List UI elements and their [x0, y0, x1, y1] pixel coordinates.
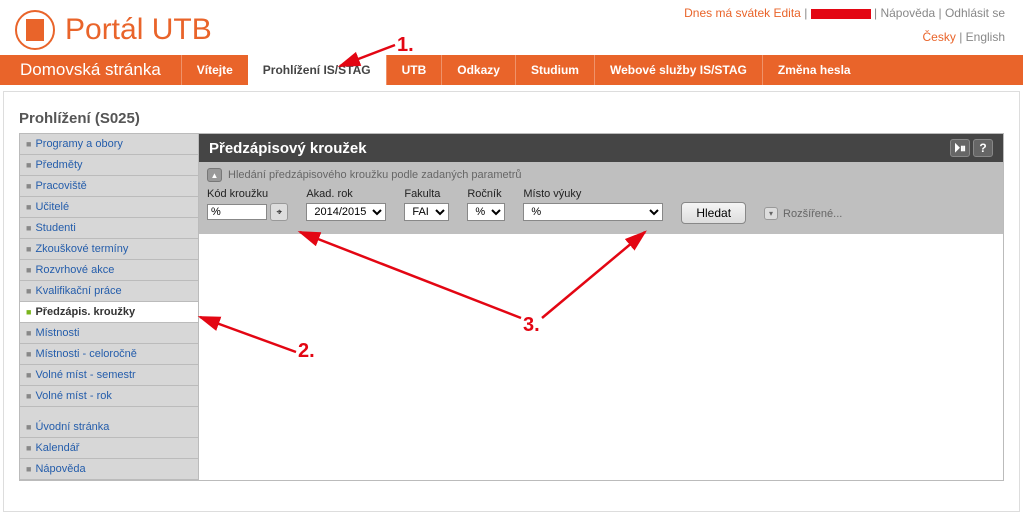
- rocnik-select[interactable]: %: [467, 203, 505, 221]
- sidebar-item-label: Nápověda: [35, 463, 85, 475]
- page-title: Prohlížení (S025): [19, 110, 1004, 127]
- bullet-icon: ■: [26, 349, 31, 359]
- sidebar-item-label: Volné míst - rok: [35, 390, 111, 402]
- bullet-icon: ■: [26, 286, 31, 296]
- kod-picker-icon[interactable]: ⌖: [270, 203, 288, 221]
- sidebar-item-rozvrhov-akce[interactable]: ■ Rozvrhové akce: [20, 260, 198, 281]
- sidebar-item-p-edz-pis-krou-ky[interactable]: ■ Předzápis. kroužky: [20, 302, 198, 323]
- sidebar-item-label: Předměty: [35, 159, 82, 171]
- rok-select[interactable]: 2014/2015: [306, 203, 386, 221]
- bullet-icon: ■: [26, 307, 31, 317]
- lang-czech[interactable]: Česky: [923, 30, 956, 44]
- sidebar-item-label: Volné míst - semestr: [35, 369, 135, 381]
- sidebar-item-label: Pracoviště: [35, 180, 86, 192]
- chevron-down-icon: ▾: [764, 207, 778, 220]
- misto-select[interactable]: %: [523, 203, 663, 221]
- main-panel: Předzápisový kroužek ⏵⏸ ? ▲ Hledání před…: [199, 133, 1004, 481]
- search-button[interactable]: Hledat: [681, 202, 746, 224]
- sidebar-item-n-pov-da[interactable]: ■ Nápověda: [20, 459, 198, 480]
- panel-title: Předzápisový kroužek: [209, 140, 367, 157]
- sidebar-item-label: Rozvrhové akce: [35, 264, 114, 276]
- bullet-icon: ■: [26, 244, 31, 254]
- bullet-icon: ■: [26, 181, 31, 191]
- bullet-icon: ■: [26, 139, 31, 149]
- panel-help-icon[interactable]: ?: [973, 139, 993, 157]
- sidebar-item-programy-a-obory[interactable]: ■ Programy a obory: [20, 134, 198, 155]
- sidebar-item-voln-m-st-semestr[interactable]: ■ Volné míst - semestr: [20, 365, 198, 386]
- site-title: Portál UTB: [65, 13, 212, 47]
- search-hint: Hledání předzápisového kroužku podle zad…: [228, 169, 522, 181]
- bullet-icon: ■: [26, 328, 31, 338]
- sidebar-item-label: Kvalifikační práce: [35, 285, 121, 297]
- username-redacted: [811, 9, 871, 19]
- nav-home[interactable]: Domovská stránka: [0, 60, 181, 80]
- kod-label: Kód kroužku: [207, 188, 288, 200]
- sidebar-item-label: Místnosti: [35, 327, 79, 339]
- tab-odkazy[interactable]: Odkazy: [441, 55, 515, 85]
- bullet-icon: ■: [26, 202, 31, 212]
- top-links: Dnes má svátek Edita | | Nápověda | Odhl…: [684, 6, 1005, 44]
- sidebar-separator: [20, 407, 198, 417]
- bullet-icon: ■: [26, 391, 31, 401]
- bullet-icon: ■: [26, 422, 31, 432]
- sidebar-item-m-stnosti[interactable]: ■ Místnosti: [20, 323, 198, 344]
- sidebar-item-zkou-kov-term-ny[interactable]: ■ Zkouškové termíny: [20, 239, 198, 260]
- sidebar: ■ Programy a obory ■ Předměty ■ Pracoviště ■ Uč…: [19, 133, 199, 481]
- fakulta-label: Fakulta: [404, 188, 449, 200]
- site-logo[interactable]: Portál UTB: [15, 10, 212, 50]
- sidebar-item-voln-m-st-rok[interactable]: ■ Volné míst - rok: [20, 386, 198, 407]
- bullet-icon: ■: [26, 265, 31, 275]
- main-nav: Domovská stránka VítejteProhlížení IS/ST…: [0, 55, 1023, 85]
- rok-label: Akad. rok: [306, 188, 386, 200]
- panel-title-bar: Předzápisový kroužek ⏵⏸ ?: [199, 134, 1003, 162]
- collapse-icon[interactable]: ▲: [207, 168, 222, 182]
- svatek-text: Dnes má svátek Edita: [684, 6, 801, 20]
- sidebar-item-label: Předzápis. kroužky: [35, 306, 135, 318]
- bullet-icon: ■: [26, 160, 31, 170]
- tab-webov-slu-by-is-stag[interactable]: Webové služby IS/STAG: [594, 55, 762, 85]
- sidebar-item-p-edm-ty[interactable]: ■ Předměty: [20, 155, 198, 176]
- sidebar-item--vodn-str-nka[interactable]: ■ Úvodní stránka: [20, 417, 198, 438]
- tab-v-tejte[interactable]: Vítejte: [181, 55, 248, 85]
- sidebar-item-kalend-[interactable]: ■ Kalendář: [20, 438, 198, 459]
- sidebar-item-studenti[interactable]: ■ Studenti: [20, 218, 198, 239]
- advanced-toggle[interactable]: ▾ Rozšířené...: [764, 207, 842, 220]
- sidebar-item-label: Kalendář: [35, 442, 79, 454]
- lang-english[interactable]: English: [966, 30, 1005, 44]
- sidebar-item-label: Úvodní stránka: [35, 421, 109, 433]
- panel-expand-icon[interactable]: ⏵⏸: [950, 139, 970, 157]
- help-link[interactable]: Nápověda: [880, 6, 935, 20]
- fakulta-select[interactable]: FAI: [404, 203, 449, 221]
- rocnik-label: Ročník: [467, 188, 505, 200]
- sidebar-item-label: Učitelé: [35, 201, 69, 213]
- sidebar-item-label: Místnosti - celoročně: [35, 348, 136, 360]
- logo-icon: [15, 10, 55, 50]
- logout-link[interactable]: Odhlásit se: [945, 6, 1005, 20]
- sidebar-item-kvalifika-n-pr-ce[interactable]: ■ Kvalifikační práce: [20, 281, 198, 302]
- sidebar-item-label: Zkouškové termíny: [35, 243, 128, 255]
- sidebar-item-pracovi-t-[interactable]: ■ Pracoviště: [20, 176, 198, 197]
- tab-zm-na-hesla[interactable]: Změna hesla: [762, 55, 866, 85]
- tab-prohl-en-is-stag[interactable]: Prohlížení IS/STAG: [248, 55, 386, 85]
- sidebar-item-label: Studenti: [35, 222, 75, 234]
- kod-input[interactable]: [207, 204, 267, 220]
- tab-utb[interactable]: UTB: [386, 55, 442, 85]
- sidebar-item-m-stnosti-celoro-n-[interactable]: ■ Místnosti - celoročně: [20, 344, 198, 365]
- sidebar-item-u-itel-[interactable]: ■ Učitelé: [20, 197, 198, 218]
- bullet-icon: ■: [26, 370, 31, 380]
- sidebar-item-label: Programy a obory: [35, 138, 122, 150]
- misto-label: Místo výuky: [523, 188, 663, 200]
- bullet-icon: ■: [26, 464, 31, 474]
- bullet-icon: ■: [26, 443, 31, 453]
- tab-studium[interactable]: Studium: [515, 55, 594, 85]
- search-panel: ▲ Hledání předzápisového kroužku podle z…: [199, 162, 1003, 234]
- bullet-icon: ■: [26, 223, 31, 233]
